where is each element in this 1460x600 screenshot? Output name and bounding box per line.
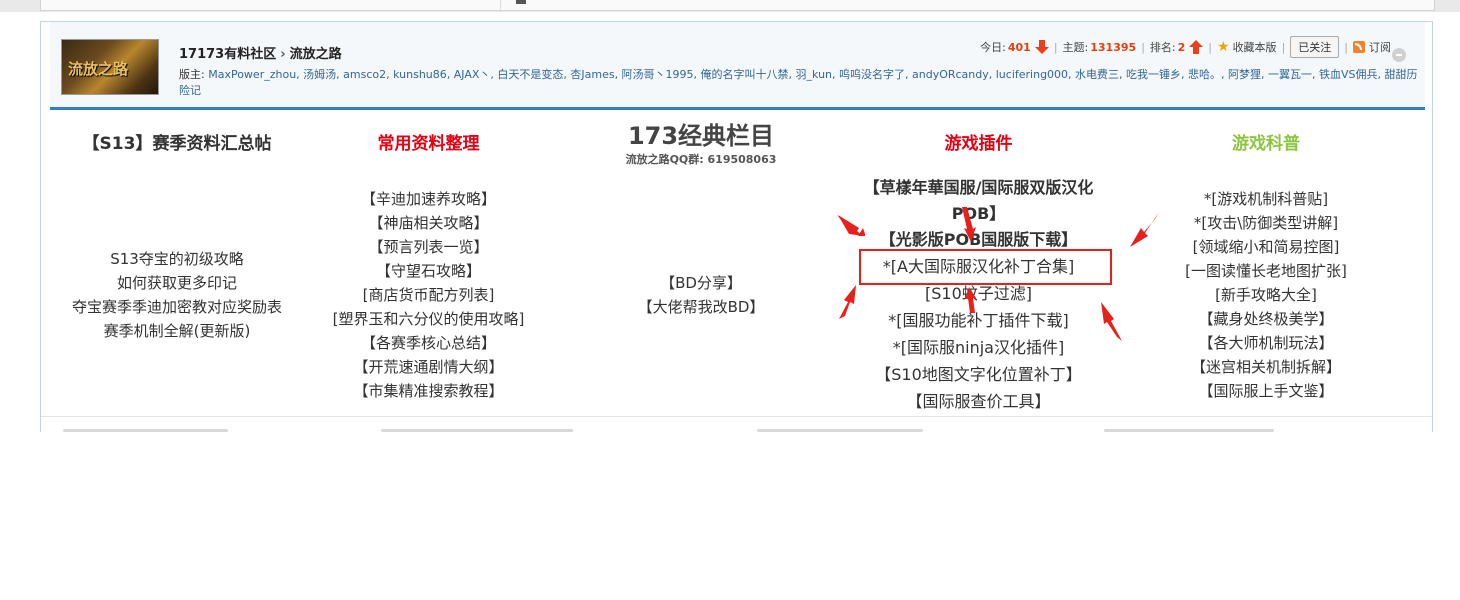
list-item[interactable]: 【S10地图文字化位置补丁】 — [831, 361, 1126, 388]
list-item[interactable]: 【国际服查价工具】 — [831, 388, 1126, 415]
list-item[interactable]: 【大佬帮我改BD】 — [581, 295, 821, 319]
moderators-line: 版主: MaxPower_zhou, 汤姆汤, amsco2, kunshu86… — [179, 67, 1419, 99]
column-common-data: 常用资料整理 — [311, 132, 546, 156]
stats-divider: | — [1344, 40, 1348, 54]
list-item[interactable]: [领域缩小和简易控图] — [1131, 235, 1401, 259]
list-item[interactable]: 【各大师机制玩法】 — [1131, 331, 1401, 355]
up-arrow-icon — [1189, 39, 1204, 55]
rss-icon — [1353, 41, 1365, 53]
column-plugins: 游戏插件 — [831, 132, 1126, 156]
list-item[interactable]: *[国际服ninja汉化插件] — [831, 334, 1126, 361]
list-item[interactable]: [塑界玉和六分仪的使用攻略] — [311, 307, 546, 331]
column-classic: 173经典栏目 流放之路QQ群: 619508063 — [581, 120, 821, 168]
list-item[interactable]: 【藏身处终极美学】 — [1131, 307, 1401, 331]
list-item-bold[interactable]: POB】 — [831, 201, 1126, 227]
list-item[interactable]: 【市集精准搜索教程】 — [311, 379, 546, 403]
list-item[interactable]: 【各赛季核心总结】 — [311, 331, 546, 355]
list-item[interactable]: [商店货币配方列表] — [311, 283, 546, 307]
moderators-list[interactable]: MaxPower_zhou, 汤姆汤, amsco2, kunshu86, AJ… — [179, 68, 1418, 97]
today-label: 今日: — [980, 41, 1006, 54]
classic-list: 【BD分享】 【大佬帮我改BD】 — [581, 271, 821, 319]
moderators-label: 版主: — [179, 68, 205, 81]
list-item[interactable]: 【辛迪加速养攻略】 — [311, 187, 546, 211]
list-item[interactable]: 赛季机制全解(更新版) — [41, 319, 313, 343]
previous-panel-divider — [500, 0, 501, 10]
forum-panel: 流放之路 17173有料社区 › 流放之路 版主: MaxPower_zhou, 汤… — [40, 21, 1433, 432]
column-science: 游戏科普 — [1131, 132, 1401, 156]
rank-label: 排名: — [1149, 41, 1176, 54]
breadcrumb-current[interactable]: 流放之路 — [290, 47, 342, 62]
down-arrow-icon — [1034, 39, 1049, 55]
list-item[interactable]: 如何获取更多印记 — [41, 271, 313, 295]
topics-label: 主题: — [1062, 41, 1089, 54]
list-item[interactable]: 【守望石攻略】 — [311, 259, 546, 283]
column-heading[interactable]: 173经典栏目 — [581, 120, 821, 152]
breadcrumb-home[interactable]: 17173有料社区 — [179, 47, 276, 62]
breadcrumb-separator: › — [280, 47, 286, 62]
star-icon: ★ — [1217, 39, 1230, 55]
forum-stats: 今日: 401 | 主题: 131395 | 排名: 2 | ★ 收藏本版 | … — [980, 36, 1391, 58]
column-season-summary: 【S13】赛季资料汇总帖 — [41, 132, 313, 156]
list-item[interactable]: [新手攻略大全] — [1131, 283, 1401, 307]
stats-divider: | — [1208, 40, 1212, 54]
forum-logo[interactable]: 流放之路 — [61, 39, 159, 95]
list-item[interactable]: 【国际服上手文鉴】 — [1131, 379, 1401, 403]
favorite-link[interactable]: 收藏本版 — [1233, 39, 1277, 55]
forum-header: 流放之路 17173有料社区 › 流放之路 版主: MaxPower_zhou, 汤… — [50, 22, 1425, 108]
list-item[interactable]: *[国服功能补丁插件下载] — [831, 307, 1126, 334]
collapse-icon[interactable] — [1392, 48, 1406, 62]
list-item[interactable]: 【BD分享】 — [581, 271, 821, 295]
plugins-list: 【草樣年華国服/国际服双版汉化 POB】 【光影版POB国服版下载】 *[A大国… — [831, 175, 1126, 415]
next-section-tabs — [41, 429, 1432, 432]
section-divider — [41, 416, 1432, 417]
list-item[interactable]: 【迷宫相关机制拆解】 — [1131, 355, 1401, 379]
list-item[interactable]: 【神庙相关攻略】 — [311, 211, 546, 235]
list-item[interactable]: 【开荒速通剧情大纲】 — [311, 355, 546, 379]
list-item[interactable]: [一图读懂长老地图扩张] — [1131, 259, 1401, 283]
previous-panel-bottom — [40, 0, 1435, 11]
stats-divider: | — [1281, 40, 1286, 54]
list-item[interactable]: 【预言列表一览】 — [311, 235, 546, 259]
rank-value: 2 — [1177, 40, 1186, 54]
subscribe-link[interactable]: 订阅 — [1369, 39, 1391, 55]
today-count: 401 — [1007, 40, 1031, 54]
annotation-highlight-box — [859, 249, 1112, 285]
season-summary-list: S13夺宝的初级攻略 如何获取更多印记 夺宝赛季季迪加密教对应奖励表 赛季机制全… — [41, 247, 313, 343]
top-strip — [0, 0, 1460, 12]
follow-button[interactable]: 已关注 — [1290, 36, 1340, 58]
column-heading[interactable]: 【S13】赛季资料汇总帖 — [41, 132, 313, 156]
list-item[interactable]: S13夺宝的初级攻略 — [41, 247, 313, 271]
science-list: *[游戏机制科普贴] *[攻击\防御类型讲解] [领域缩小和简易控图] [一图读… — [1131, 187, 1401, 403]
header-divider — [50, 107, 1425, 110]
column-heading[interactable]: 游戏插件 — [831, 132, 1126, 156]
list-item[interactable]: *[攻击\防御类型讲解] — [1131, 211, 1401, 235]
column-heading[interactable]: 常用资料整理 — [311, 132, 546, 156]
column-heading[interactable]: 游戏科普 — [1131, 132, 1401, 156]
common-data-list: 【辛迪加速养攻略】 【神庙相关攻略】 【预言列表一览】 【守望石攻略】 [商店货… — [311, 187, 546, 403]
list-item[interactable]: *[游戏机制科普贴] — [1131, 187, 1401, 211]
topics-count: 131395 — [1090, 40, 1137, 54]
stats-divider: | — [1053, 40, 1058, 54]
list-item-bold[interactable]: 【草樣年華国服/国际服双版汉化 — [831, 175, 1126, 201]
forum-logo-text: 流放之路 — [68, 60, 129, 78]
stats-divider: | — [1141, 40, 1145, 54]
qq-group-line: 流放之路QQ群: 619508063 — [625, 153, 777, 166]
list-item[interactable]: 夺宝赛季季迪加密教对应奖励表 — [41, 295, 313, 319]
breadcrumb: 17173有料社区 › 流放之路 — [179, 43, 342, 62]
previous-panel-mark — [516, 0, 526, 4]
